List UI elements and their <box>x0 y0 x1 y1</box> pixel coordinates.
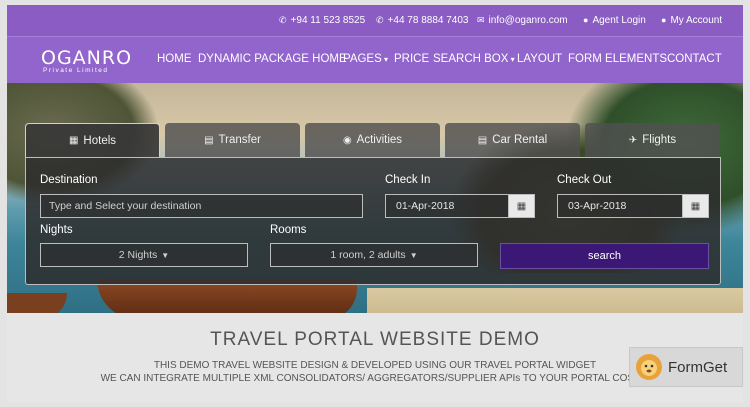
brand-logo[interactable]: OGANRO Private Limited <box>41 47 132 74</box>
envelope-icon: ✉ <box>477 15 485 25</box>
phone-link-1[interactable]: ✆ +94 11 523 8525 <box>279 15 365 26</box>
brand-name: OGANRO <box>41 47 133 69</box>
phone-2-text: +44 78 8884 7403 <box>387 15 469 26</box>
main-navbar: OGANRO Private Limited HOME DYNAMIC PACK… <box>7 36 743 83</box>
nav-form-elements[interactable]: FORM ELEMENTS <box>568 53 667 65</box>
nav-home[interactable]: HOME <box>157 53 192 65</box>
nights-label: Nights <box>40 224 73 236</box>
nav-pages[interactable]: PAGES ▾ <box>343 53 388 65</box>
globe-icon: ◉ <box>342 134 352 146</box>
contact-bar: ✆ +94 11 523 8525 ✆ +44 78 8884 7403 ✉ i… <box>7 5 743 36</box>
destination-label: Destination <box>40 174 98 186</box>
checkout-label: Check Out <box>557 174 612 186</box>
calendar-icon[interactable]: ▦ <box>508 195 534 217</box>
tab-hotels[interactable]: ▦ Hotels <box>25 123 160 157</box>
phone-icon: ✆ <box>376 15 384 25</box>
hotel-search-panel: Destination Type and Select your destina… <box>25 157 721 285</box>
tab-car-rental-label: Car Rental <box>492 134 548 146</box>
rooms-value: 1 room, 2 adults <box>330 249 406 261</box>
checkin-input[interactable]: 01-Apr-2018 ▦ <box>385 194 535 218</box>
agent-login-link[interactable]: ● Agent Login <box>583 15 646 26</box>
destination-input[interactable]: Type and Select your destination <box>40 194 363 218</box>
agent-login-text: Agent Login <box>592 15 646 26</box>
checkin-label: Check In <box>385 174 431 186</box>
nights-select[interactable]: 2 Nights ▼ <box>40 243 248 267</box>
car-icon: ▤ <box>204 134 214 146</box>
email-link[interactable]: ✉ info@oganro.com <box>477 15 568 26</box>
checkin-value: 01-Apr-2018 <box>396 200 455 212</box>
user-icon: ● <box>661 15 667 25</box>
nav-layout[interactable]: LAYOUT <box>517 53 562 65</box>
tab-transfer[interactable]: ▤ Transfer <box>165 123 300 157</box>
hotel-icon: ▦ <box>68 135 79 146</box>
my-account-text: My Account <box>670 15 723 26</box>
tab-car-rental[interactable]: ▤ Car Rental <box>445 123 580 157</box>
checkout-value: 03-Apr-2018 <box>568 200 627 212</box>
search-button[interactable]: search <box>500 243 709 269</box>
rooms-label: Rooms <box>270 224 307 236</box>
nav-contact[interactable]: CONTACT <box>667 53 722 65</box>
chevron-down-icon: ▼ <box>161 250 170 260</box>
destination-placeholder: Type and Select your destination <box>49 200 202 212</box>
plane-icon: ✈ <box>628 134 638 146</box>
tab-flights-label: Flights <box>642 134 677 146</box>
phone-1-text: +94 11 523 8525 <box>290 15 366 26</box>
formget-watermark: FormGet <box>629 347 743 387</box>
chevron-down-icon: ▾ <box>381 55 389 64</box>
nav-search-box-label: SEARCH BOX <box>433 53 509 65</box>
nights-value: 2 Nights <box>118 249 158 261</box>
phone-icon: ✆ <box>279 15 287 25</box>
tab-transfer-label: Transfer <box>218 134 261 146</box>
checkout-input[interactable]: 03-Apr-2018 ▦ <box>557 194 709 218</box>
nav-pages-label: PAGES <box>343 53 382 65</box>
tab-hotels-label: Hotels <box>83 134 117 147</box>
hero-sand <box>367 288 743 313</box>
email-text: info@oganro.com <box>488 15 568 26</box>
nav-dynamic-package-home[interactable]: DYNAMIC PACKAGE HOME <box>198 53 347 65</box>
hero-boat-small <box>7 293 67 313</box>
nav-search-box[interactable]: SEARCH BOX ▾ <box>433 53 515 65</box>
formget-text: FormGet <box>668 358 728 376</box>
chevron-down-icon: ▼ <box>409 250 418 260</box>
rooms-select[interactable]: 1 room, 2 adults ▼ <box>270 243 478 267</box>
user-icon: ● <box>583 15 589 25</box>
tab-activities-label: Activities <box>356 134 403 146</box>
screenshot-frame: ✆ +94 11 523 8525 ✆ +44 78 8884 7403 ✉ i… <box>7 5 743 402</box>
tab-activities[interactable]: ◉ Activities <box>305 123 440 157</box>
car-icon: ▤ <box>477 134 488 146</box>
calendar-icon[interactable]: ▦ <box>682 195 708 217</box>
phone-link-2[interactable]: ✆ +44 78 8884 7403 <box>376 15 468 26</box>
tab-flights[interactable]: ✈ Flights <box>585 123 720 157</box>
lion-mascot-icon <box>636 354 662 380</box>
chevron-down-icon: ▾ <box>508 55 515 64</box>
my-account-link[interactable]: ● My Account <box>661 15 722 26</box>
nav-price[interactable]: PRICE <box>394 53 429 65</box>
